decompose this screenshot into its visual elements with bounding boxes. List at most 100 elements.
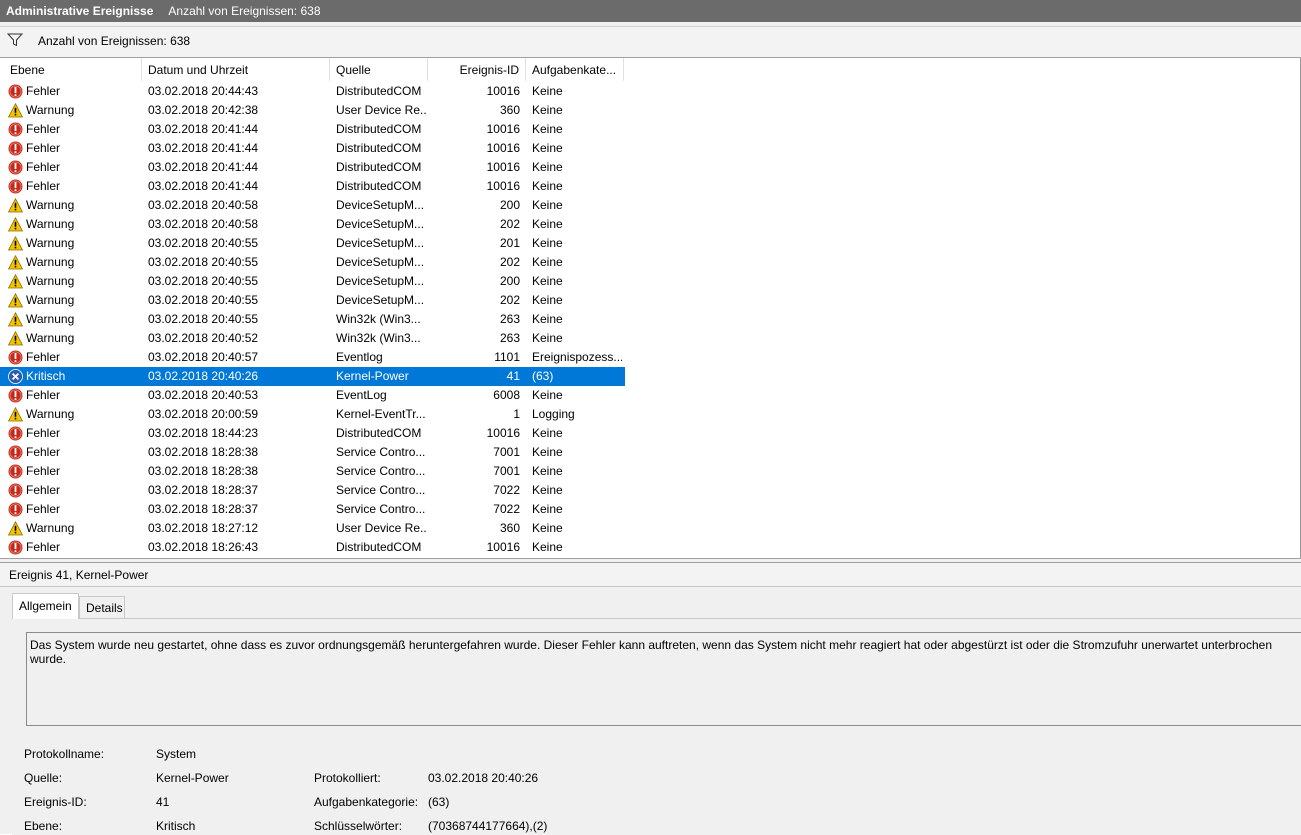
cell-level: Fehler <box>26 179 61 193</box>
cell-level: Warnung <box>26 236 75 250</box>
tab-details[interactable]: Details <box>79 596 125 619</box>
cell-category: Keine <box>532 312 563 326</box>
cell-event-id: 41 <box>506 369 520 383</box>
table-row[interactable]: Warnung 03.02.2018 20:40:55 Win32k (Win3..… <box>0 310 625 329</box>
warning-icon <box>8 103 23 118</box>
cell-category: Keine <box>532 160 563 174</box>
table-row[interactable]: Warnung 03.02.2018 20:40:58 DeviceSetupM..… <box>0 215 625 234</box>
table-row[interactable]: Warnung 03.02.2018 20:40:55 DeviceSetupM..… <box>0 291 625 310</box>
table-row[interactable]: Fehler 03.02.2018 18:44:23 DistributedCOM 1… <box>0 424 625 443</box>
cell-source: DeviceSetupM... <box>336 255 425 269</box>
cell-datetime: 03.02.2018 18:28:37 <box>148 502 259 516</box>
cell-datetime: 03.02.2018 20:44:43 <box>148 84 259 98</box>
table-row[interactable]: Fehler 03.02.2018 20:41:44 DistributedCOM 1… <box>0 158 625 177</box>
cell-datetime: 03.02.2018 20:00:59 <box>148 407 259 421</box>
table-row[interactable]: Fehler 03.02.2018 18:28:37 Service Contro.… <box>0 481 625 500</box>
warning-icon <box>8 331 23 346</box>
cell-level: Fehler <box>26 426 61 440</box>
cell-event-id: 263 <box>499 312 520 326</box>
cell-level: Fehler <box>26 445 61 459</box>
cell-category: Keine <box>532 426 563 440</box>
table-row[interactable]: Fehler 03.02.2018 20:44:43 DistributedCOM 1… <box>0 82 625 101</box>
cell-category: Keine <box>532 236 563 250</box>
table-row[interactable]: Warnung 03.02.2018 20:40:52 Win32k (Win3..… <box>0 329 625 348</box>
table-row[interactable]: Fehler 03.02.2018 18:26:43 DistributedCOM 1… <box>0 538 625 557</box>
logged-label: Protokolliert: <box>314 771 381 785</box>
warning-icon <box>8 198 23 213</box>
warning-icon <box>8 312 23 327</box>
table-row[interactable]: Fehler 03.02.2018 20:41:44 DistributedCOM 1… <box>0 177 625 196</box>
column-header-level[interactable]: Ebene <box>4 58 142 81</box>
error-icon <box>8 502 23 517</box>
cell-datetime: 03.02.2018 20:40:55 <box>148 236 259 250</box>
cell-event-id: 7001 <box>493 445 520 459</box>
cell-event-id: 10016 <box>486 540 520 554</box>
cell-level: Warnung <box>26 331 75 345</box>
cell-category: Keine <box>532 331 563 345</box>
cell-datetime: 03.02.2018 18:26:43 <box>148 540 259 554</box>
level-value[interactable]: Kritisch <box>156 819 195 833</box>
cell-datetime: 03.02.2018 20:40:26 <box>148 369 259 383</box>
event-detail-pane: Ereignis 41, Kernel-Power Details Das Sy… <box>0 563 1301 835</box>
cell-category: Keine <box>532 540 563 554</box>
table-row[interactable]: Kritisch 03.02.2018 20:40:26 Kernel-Power 4… <box>0 367 625 386</box>
table-row[interactable]: Warnung 03.02.2018 20:00:59 Kernel-EventTr… <box>0 405 625 424</box>
cell-category: Logging <box>532 407 575 421</box>
event-rows: Fehler 03.02.2018 20:44:43 DistributedCOM 1… <box>0 82 625 557</box>
keywords-value[interactable]: (70368744177664),(2) <box>428 819 547 833</box>
table-row[interactable]: Fehler 03.02.2018 20:41:44 DistributedCOM 1… <box>0 120 625 139</box>
column-header-datetime[interactable]: Datum und Uhrzeit <box>142 58 330 81</box>
cell-source: DeviceSetupM... <box>336 293 425 307</box>
cell-datetime: 03.02.2018 20:41:44 <box>148 160 259 174</box>
column-header-event-id[interactable]: Ereignis-ID <box>428 58 526 81</box>
table-row[interactable]: Warnung 03.02.2018 20:40:55 DeviceSetupM..… <box>0 253 625 272</box>
table-row[interactable]: Fehler 03.02.2018 18:28:37 Service Contro.… <box>0 500 625 519</box>
cell-level: Fehler <box>26 483 61 497</box>
filter-bar: Anzahl von Ereignissen: 638 <box>0 26 1301 58</box>
cell-level: Warnung <box>26 312 75 326</box>
warning-icon <box>8 407 23 422</box>
cell-source: DeviceSetupM... <box>336 217 425 231</box>
table-row[interactable]: Fehler 03.02.2018 20:40:53 EventLog 6008 Kei… <box>0 386 625 405</box>
cell-level: Fehler <box>26 141 61 155</box>
table-row[interactable]: Warnung 03.02.2018 20:40:58 DeviceSetupM..… <box>0 196 625 215</box>
cell-event-id: 10016 <box>486 141 520 155</box>
event-detail-title: Ereignis 41, Kernel-Power <box>0 563 1301 587</box>
cell-category: Keine <box>532 217 563 231</box>
filter-icon[interactable] <box>7 33 23 47</box>
source-value[interactable]: Kernel-Power <box>156 771 229 785</box>
column-header-source[interactable]: Quelle <box>330 58 428 81</box>
category-value[interactable]: (63) <box>428 795 449 809</box>
column-header-category[interactable]: Aufgabenkate... <box>526 58 624 81</box>
cell-source: DistributedCOM <box>336 160 422 174</box>
cell-event-id: 7022 <box>493 502 520 516</box>
warning-icon <box>8 217 23 232</box>
column-header-row: Ebene Datum und Uhrzeit Quelle Ereignis-… <box>0 58 1301 82</box>
error-icon <box>8 426 23 441</box>
cell-level: Warnung <box>26 198 75 212</box>
table-row[interactable]: Warnung 03.02.2018 20:40:55 DeviceSetupM..… <box>0 272 625 291</box>
cell-datetime: 03.02.2018 18:28:37 <box>148 483 259 497</box>
cell-datetime: 03.02.2018 18:28:38 <box>148 445 259 459</box>
event-description[interactable]: Das System wurde neu gestartet, ohne das… <box>26 632 1301 726</box>
table-row[interactable]: Fehler 03.02.2018 20:41:44 DistributedCOM 1… <box>0 139 625 158</box>
tab-general[interactable]: Allgemein <box>12 593 79 619</box>
cell-source: DistributedCOM <box>336 179 422 193</box>
table-row[interactable]: Fehler 03.02.2018 20:40:57 Eventlog 1101 Ere… <box>0 348 625 367</box>
cell-event-id: 6008 <box>493 388 520 402</box>
logged-value[interactable]: 03.02.2018 20:40:26 <box>428 771 538 785</box>
event-id-value[interactable]: 41 <box>156 795 169 809</box>
cell-datetime: 03.02.2018 20:40:58 <box>148 217 259 231</box>
cell-category: Keine <box>532 84 563 98</box>
table-row[interactable]: Warnung 03.02.2018 18:27:12 User Device Re… <box>0 519 625 538</box>
event-list[interactable]: Ebene Datum und Uhrzeit Quelle Ereignis-… <box>0 58 1301 558</box>
logname-value[interactable]: System <box>156 747 196 761</box>
table-row[interactable]: Fehler 03.02.2018 18:28:38 Service Contro.… <box>0 462 625 481</box>
table-row[interactable]: Fehler 03.02.2018 18:28:38 Service Contro.… <box>0 443 625 462</box>
cell-source: User Device Re... <box>336 103 426 117</box>
table-row[interactable]: Warnung 03.02.2018 20:42:38 User Device Re… <box>0 101 625 120</box>
cell-category: Keine <box>532 483 563 497</box>
cell-level: Fehler <box>26 388 61 402</box>
table-row[interactable]: Warnung 03.02.2018 20:40:55 DeviceSetupM..… <box>0 234 625 253</box>
cell-event-id: 200 <box>499 274 520 288</box>
